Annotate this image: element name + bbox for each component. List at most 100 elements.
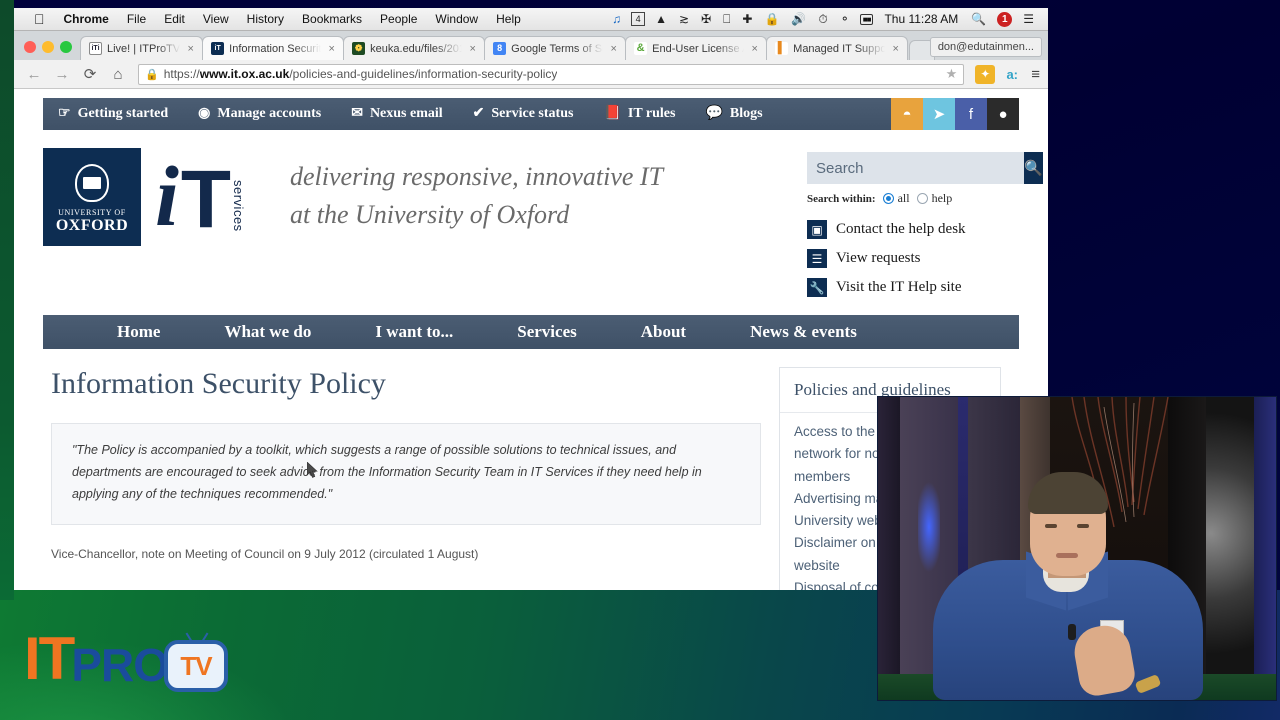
menu-file[interactable]: File [118, 8, 155, 31]
menu-bookmarks[interactable]: Bookmarks [293, 8, 371, 31]
bookmark-star-icon[interactable]: ★ [940, 66, 958, 82]
twitter-icon[interactable]: ➤ [923, 98, 955, 130]
menu-help[interactable]: Help [487, 8, 530, 31]
browser-tab[interactable]: 8 Google Terms of Serv × [484, 36, 627, 60]
search-scope-label: help [931, 191, 953, 205]
scissors-icon[interactable]: ✠ [695, 8, 717, 31]
utility-link-getting-started[interactable]: ☞ Getting started [43, 106, 183, 122]
wrench-icon: 🔧 [807, 278, 827, 297]
facebook-icon[interactable]: f [955, 98, 987, 130]
tab-title: keuka.edu/files/2010/ [370, 42, 463, 55]
nav-item-services[interactable]: Services [485, 322, 608, 342]
menu-view[interactable]: View [194, 8, 238, 31]
notification-center-icon[interactable]: ☰ [1017, 8, 1040, 31]
menu-chrome[interactable]: Chrome [55, 8, 118, 31]
nav-item-what-we-do[interactable]: What we do [192, 322, 343, 342]
menu-history[interactable]: History [238, 8, 293, 31]
address-bar[interactable]: 🔒 https://www.it.ox.ac.uk/policies-and-g… [138, 63, 965, 85]
airplay-audio-icon[interactable]: ♫ [606, 8, 627, 31]
menu-people[interactable]: People [371, 8, 426, 31]
nav-item-about[interactable]: About [609, 322, 718, 342]
tab-title: Managed IT Support S [793, 42, 886, 55]
quick-link-visit-it-help-site[interactable]: 🔧 Visit the IT Help site [807, 278, 1019, 297]
nav-item-home[interactable]: Home [85, 322, 192, 342]
utility-link-service-status[interactable]: ✔ Service status [458, 106, 589, 122]
accounts-icon: ◉ [198, 106, 211, 121]
quick-link-view-requests[interactable]: ☰ View requests [807, 249, 1019, 268]
battery-icon[interactable]: ■■ [859, 13, 874, 25]
search-input[interactable] [807, 152, 1024, 184]
site-brand-logo[interactable]: UNIVERSITY OF OXFORD i T services [43, 148, 246, 246]
utility-link-it-rules[interactable]: 📕 IT rules [588, 106, 690, 122]
wifi-icon[interactable]: ⚬ [834, 8, 856, 31]
browser-tab[interactable]: iTi Live! | ITProTV × [80, 36, 204, 60]
keuka-favicon-icon: ❁ [352, 42, 366, 55]
nav-item-i-want-to[interactable]: I want to... [343, 322, 485, 342]
apple-menu-icon[interactable]:  [24, 8, 55, 31]
crest-oxford-label: OXFORD [55, 216, 129, 234]
spotlight-search-icon[interactable]: 🔍 [965, 8, 992, 31]
utility-link-nexus-email[interactable]: ✉ Nexus email [336, 106, 457, 122]
utility-link-blogs[interactable]: 💬 Blogs [690, 106, 777, 122]
close-window-button[interactable] [24, 41, 36, 53]
wordmark-t: T [180, 154, 231, 246]
reload-button[interactable]: ⟳ [78, 63, 102, 85]
rss-icon[interactable]: ◓ [891, 98, 923, 130]
presenter-eye-left [1045, 524, 1057, 528]
github-icon[interactable]: ● [987, 98, 1019, 130]
tab-close-icon[interactable]: × [749, 43, 760, 55]
vpn-icon[interactable]: ✚ [736, 8, 758, 31]
utility-link-label: Service status [491, 106, 574, 121]
tab-title: Information Security P [229, 42, 322, 55]
search-button[interactable]: 🔍 [1024, 152, 1043, 184]
profile-chip[interactable]: don@edutainmen... [929, 37, 1042, 57]
browser-tab[interactable]: ▌ Managed IT Support S × [766, 36, 909, 60]
maximize-window-button[interactable] [60, 41, 72, 53]
chrome-menu-icon[interactable]: ≡ [1031, 66, 1040, 83]
desktop-number-icon[interactable]: 4 [631, 12, 646, 26]
volume-icon[interactable]: 🔊 [785, 8, 812, 31]
tab-close-icon[interactable]: × [467, 43, 478, 55]
search-scope-all[interactable]: all [882, 191, 910, 206]
tab-close-icon[interactable]: × [326, 43, 337, 55]
extension-puzzle-icon[interactable]: ✦ [975, 64, 996, 84]
utility-link-manage-accounts[interactable]: ◉ Manage accounts [183, 106, 336, 122]
screen-mirroring-icon[interactable]: ⎕ [717, 8, 736, 31]
menu-window[interactable]: Window [426, 8, 487, 31]
radio-button-icon[interactable] [916, 193, 928, 204]
extension-amazon-icon[interactable]: a: [1002, 65, 1022, 84]
notification-badge-icon[interactable]: 1 [997, 11, 1013, 27]
quick-link-contact-help-desk[interactable]: ▣ Contact the help desk [807, 220, 1019, 239]
tab-title: Google Terms of Serv [511, 42, 603, 55]
utility-link-label: IT rules [627, 106, 676, 121]
logo-tv-screen: TV [164, 640, 229, 692]
tab-close-icon[interactable]: × [890, 43, 901, 55]
logo-tv-icon: TV [164, 640, 229, 692]
time-machine-icon[interactable]: ⏱ [812, 8, 833, 31]
minimize-window-button[interactable] [42, 41, 54, 53]
search-scope-help[interactable]: help [916, 191, 953, 206]
header-quick-links: ▣ Contact the help desk ☰ View requests … [807, 220, 1019, 297]
eject-icon[interactable]: ▲ [649, 8, 673, 31]
presenter-eye-right [1077, 524, 1089, 528]
menu-bar-clock[interactable]: Thu 11:28 AM [877, 12, 965, 26]
lock-icon[interactable]: 🔒 [758, 8, 785, 31]
browser-tab[interactable]: ❁ keuka.edu/files/2010/ × [343, 36, 486, 60]
tab-close-icon[interactable]: × [185, 43, 196, 55]
radio-button-icon[interactable] [882, 193, 894, 204]
page-title: Information Security Policy [51, 367, 386, 400]
home-button[interactable]: ⌂ [106, 63, 130, 85]
browser-tab[interactable]: & End-User License Agr × [625, 36, 768, 60]
dropbox-icon[interactable]: ≳ [673, 8, 695, 31]
site-search: 🔍 [807, 152, 1043, 184]
policy-quote-box: "The Policy is accompanied by a toolkit,… [51, 423, 761, 525]
browser-tab-active[interactable]: iT Information Security P × [202, 36, 345, 60]
presenter-video-overlay[interactable] [877, 396, 1277, 701]
tab-close-icon[interactable]: × [608, 43, 619, 55]
menu-edit[interactable]: Edit [155, 8, 194, 31]
presenter-hair [1028, 472, 1108, 514]
forward-button[interactable]: → [50, 63, 74, 85]
tab-title: End-User License Agr [652, 42, 744, 55]
back-button[interactable]: ← [22, 63, 46, 85]
nav-item-news-events[interactable]: News & events [718, 322, 889, 342]
